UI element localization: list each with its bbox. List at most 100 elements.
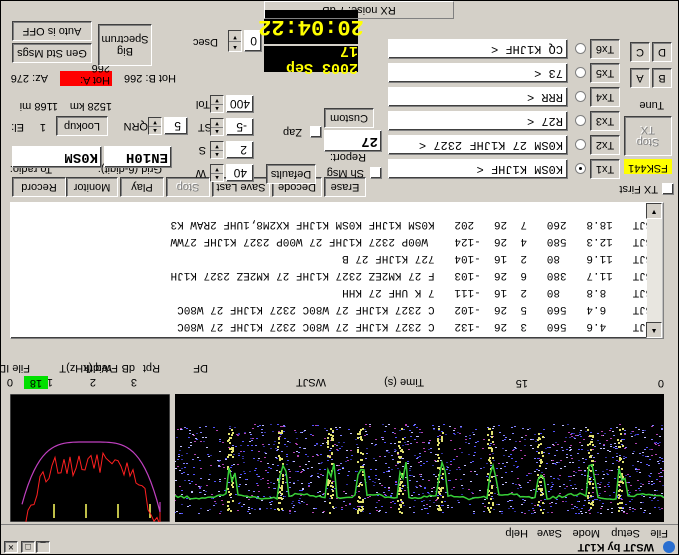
defaults-button[interactable]: Defaults (266, 164, 316, 184)
qrn-spinner[interactable]: ▲ ▼ (148, 117, 162, 135)
rx-noise-label: RX noise: 7 dB (322, 4, 396, 16)
tol-spinner[interactable]: ▲ ▼ (210, 95, 224, 113)
tx-stop-label: Stop (636, 136, 660, 148)
hot-b-label: Hot B: 266 (124, 72, 176, 84)
w-label: W (195, 167, 206, 179)
tx5-message[interactable]: K0SM 27 K1JHF 2327 < (388, 135, 568, 155)
play-button[interactable]: Play (120, 177, 164, 197)
decoded-line: WSJT 6.4 560 5 26 -102 C 2327 K1JHF 27 W… (177, 303, 659, 315)
app-icon (663, 541, 675, 553)
tx1-message[interactable]: CQ K1JHF < (388, 39, 568, 59)
spectrum-label: Spectrum (101, 33, 149, 45)
width-label: Width (83, 362, 112, 374)
menu-save[interactable]: Save (537, 527, 562, 539)
tx1-radio[interactable] (575, 43, 586, 54)
tx5-radio[interactable] (575, 139, 586, 150)
erase-button[interactable]: Erase (324, 177, 366, 197)
rpt-label: Rpt (142, 362, 160, 374)
scale-right: 15 (515, 377, 528, 389)
tx-label: TX (640, 124, 656, 136)
menu-help[interactable]: Help (505, 527, 528, 539)
tx4-radio[interactable] (575, 115, 586, 126)
dist-km: 1528 km (69, 100, 112, 112)
close-button[interactable]: × (4, 541, 18, 553)
decoded-line: WSJT 18.8 260 7 26 202 K0SM K1JHF K0SM K… (170, 218, 659, 230)
decoded-line: WSJT 11.6 80 2 16 -104 727 K1JHF 27 B (342, 252, 659, 264)
report-input[interactable]: 27 (324, 130, 382, 152)
decoded-line: WSJT 4.6 560 3 26 -132 C 2327 K1JHF 27 W… (177, 320, 659, 332)
tx2-radio[interactable] (575, 67, 586, 78)
tx-first-label: TX First (619, 183, 659, 195)
window-title: WSJT by K1JT (577, 541, 654, 553)
spectrum-display[interactable] (10, 394, 170, 522)
zap-label: Zap (283, 126, 302, 138)
tx-stop-button[interactable]: Stop TX (624, 116, 672, 156)
tx4-message[interactable]: R27 < (388, 111, 568, 131)
monitor-button[interactable]: Monitor (66, 177, 118, 197)
spectrum-big-button[interactable]: Big Spectrum (98, 24, 152, 66)
qrn-value: 5 (164, 117, 188, 135)
df-label: DF (193, 362, 208, 374)
scroll-up-arrow[interactable]: ▲ (646, 322, 662, 338)
hot-a-label: Hot A: 266 (60, 62, 112, 86)
w-value: 40 (226, 164, 254, 182)
dsec-spinner[interactable]: ▲ ▼ (228, 30, 242, 52)
tx-first-checkbox[interactable] (662, 183, 674, 195)
sh-msg-checkbox[interactable] (370, 167, 382, 179)
tx3-radio[interactable] (575, 91, 586, 102)
scroll-down-arrow[interactable]: ▼ (646, 203, 662, 219)
menu-setup[interactable]: Setup (611, 527, 640, 539)
tx3-message[interactable]: RRR < (388, 87, 568, 107)
grid-input[interactable]: EN10H (104, 146, 172, 168)
t-value-badge: 18 (24, 376, 48, 389)
waterfall-display[interactable] (175, 394, 664, 522)
stop-button[interactable]: Stop (166, 177, 210, 197)
w-spinner[interactable]: ▲ ▼ (210, 164, 224, 182)
d-button[interactable]: D (652, 42, 672, 62)
callsign-input[interactable]: K0SM (12, 146, 102, 168)
report-label: Report: (329, 151, 366, 163)
vertical-scrollbar[interactable]: ▲ ▼ (646, 203, 663, 338)
maximize-button[interactable]: □ (21, 541, 35, 553)
tx1-button[interactable]: Tx1 (590, 159, 620, 179)
s-value: 2 (226, 141, 254, 159)
big-label: Big (117, 45, 133, 57)
mode-label: WSJT (296, 376, 326, 388)
el-value: 1 (39, 121, 46, 133)
file-id-label: File ID (0, 362, 30, 374)
menu-mode[interactable]: Mode (572, 527, 600, 539)
tx6-button[interactable]: Tx6 (590, 39, 620, 59)
tx6-message[interactable]: K0SM K1JHF < (388, 159, 568, 179)
zap-checkbox[interactable] (310, 126, 322, 138)
custom-button[interactable]: Custom (324, 108, 374, 128)
tx2-message[interactable]: 73 < (388, 63, 568, 83)
decoded-line: WSJT 8.8 80 2 16 -111 7 K UHF 27 KHH (342, 286, 659, 298)
tx6-radio[interactable] (575, 163, 586, 174)
sh-msg-label: Sh Msg (326, 167, 364, 179)
db-label: dB (121, 362, 135, 374)
decoded-text-area[interactable]: WSJT 4.6 560 3 26 -132 C 2327 K1JHF 27 W… (10, 202, 664, 339)
record-button[interactable]: Record (12, 177, 66, 197)
sync-spinner[interactable]: ▲ ▼ (210, 118, 224, 136)
a-button[interactable]: A (630, 68, 650, 88)
time-label: Time (s) (384, 376, 424, 388)
b-button[interactable]: B (652, 68, 672, 88)
tol-label: Tol (195, 98, 210, 110)
decoded-line: WSJT 12.3 580 4 26 -124 W00P 2327 K1JHF … (170, 235, 659, 247)
tol-value: 400 (226, 95, 254, 113)
auto-button[interactable]: Auto is OFF (12, 21, 92, 41)
menu-file[interactable]: File (650, 527, 668, 539)
wsjt-window: WSJT by K1JT _ □ × File Setup Mode Save … (0, 0, 679, 555)
fsk-mode-badge: FSK441 (624, 159, 672, 174)
tx5-button[interactable]: Tx5 (590, 63, 620, 83)
menu-bar: File Setup Mode Save Help (0, 524, 678, 540)
s-spinner[interactable]: ▲ ▼ (210, 141, 224, 159)
gen-std-msgs-button[interactable]: Gen Std Msgs (12, 43, 92, 63)
freq-tick-0: 0 (6, 376, 13, 388)
tx2-button[interactable]: Tx2 (590, 135, 620, 155)
tx4-button[interactable]: Tx4 (590, 87, 620, 107)
lookup-button[interactable]: Lookup (56, 116, 108, 136)
tx3-button[interactable]: Tx3 (590, 111, 620, 131)
c-button[interactable]: C (630, 42, 650, 62)
minimize-button[interactable]: _ (36, 541, 50, 553)
